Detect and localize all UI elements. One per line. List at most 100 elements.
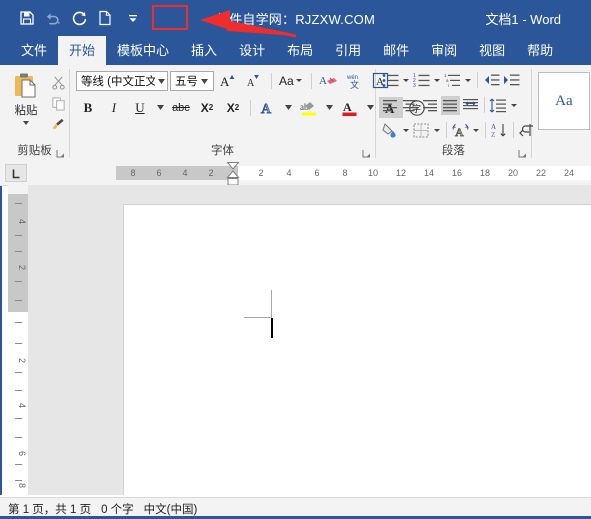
bullets-caret-icon[interactable] xyxy=(402,78,409,82)
align-right-button[interactable] xyxy=(421,96,440,115)
highlight-caret-icon[interactable] xyxy=(323,97,336,118)
customize-quick-access-toolbar-icon[interactable] xyxy=(118,7,148,29)
text-effects-button[interactable]: A xyxy=(256,97,280,118)
justify-button[interactable] xyxy=(440,95,460,115)
font-dialog-launcher-icon[interactable] xyxy=(362,149,371,158)
ruler-v-num: 6 xyxy=(17,451,27,457)
svg-text:Z: Z xyxy=(491,131,495,138)
ruler-v-tick xyxy=(15,281,22,282)
ruler-h-num: 8 xyxy=(130,168,136,178)
multilevel-list-button[interactable]: 1 a i xyxy=(443,71,462,90)
ruler-v-tick xyxy=(15,251,22,252)
font-group-label-text: 字体 xyxy=(210,145,234,157)
ruler-v-num: 8 xyxy=(17,483,27,489)
bullets-button[interactable] xyxy=(381,71,400,90)
distributed-button[interactable] xyxy=(461,96,480,115)
decrease-indent-button[interactable] xyxy=(482,71,501,90)
font-color-icon: A xyxy=(342,100,357,116)
ruler-v-tick xyxy=(15,203,22,204)
font-name-combobox[interactable]: 等线 (中文正文 xyxy=(75,70,168,91)
style-gallery-item[interactable]: Aa xyxy=(537,72,590,130)
shading-caret-icon[interactable] xyxy=(402,128,409,132)
cut-button[interactable] xyxy=(48,72,68,92)
borders-caret-icon[interactable] xyxy=(433,128,440,132)
phonetic-guide-icon: wén 文 xyxy=(346,75,359,90)
font-color-button[interactable]: A xyxy=(338,97,362,118)
bold-button[interactable]: B xyxy=(76,97,100,118)
ruler-h-num: 18 xyxy=(479,168,490,178)
format-painter-button[interactable] xyxy=(48,114,68,134)
tab-layout[interactable]: 布局 xyxy=(276,36,324,65)
change-case-caret-icon[interactable] xyxy=(295,79,302,82)
save-icon[interactable] xyxy=(14,5,40,31)
status-page-info[interactable]: 第 1 页，共 1 页 xyxy=(8,501,91,517)
change-case-button[interactable]: Aa xyxy=(277,70,306,91)
tab-references[interactable]: 引用 xyxy=(324,36,372,65)
shading-button[interactable] xyxy=(381,121,400,140)
multilevel-caret-icon[interactable] xyxy=(464,78,471,82)
tab-mailings[interactable]: 邮件 xyxy=(372,36,420,65)
copy-button[interactable] xyxy=(48,93,68,113)
indent-markers[interactable] xyxy=(226,161,240,187)
tab-template-center[interactable]: 模板中心 xyxy=(106,36,180,65)
paste-button[interactable]: 粘贴 xyxy=(4,71,48,125)
italic-button[interactable]: I xyxy=(102,97,126,118)
document-canvas[interactable] xyxy=(28,185,591,495)
paragraph-dialog-launcher-icon[interactable] xyxy=(518,149,527,158)
paste-dropdown-caret-icon[interactable] xyxy=(23,121,29,125)
underline-button[interactable]: U xyxy=(128,97,152,118)
font-size-combobox[interactable]: 五号 xyxy=(169,70,214,91)
text-effects-caret-icon[interactable] xyxy=(282,97,295,118)
tab-insert[interactable]: 插入 xyxy=(180,36,228,65)
numbering-button[interactable]: 1 2 3 xyxy=(412,71,431,90)
asian-layout-button[interactable]: A xyxy=(451,121,470,140)
font-size-value: 五号 xyxy=(174,75,198,88)
tab-view[interactable]: 视图 xyxy=(468,36,516,65)
ruler-v-num: 4 xyxy=(17,403,27,409)
shrink-font-button[interactable]: A xyxy=(242,70,266,91)
numbering-caret-icon[interactable] xyxy=(433,78,440,82)
tab-home[interactable]: 开始 xyxy=(58,36,107,65)
document-page[interactable] xyxy=(123,204,591,495)
font-name-caret-icon[interactable] xyxy=(157,75,165,87)
status-word-count[interactable]: 0 个字 xyxy=(101,501,134,517)
tab-design[interactable]: 设计 xyxy=(228,36,276,65)
tab-file[interactable]: 文件 xyxy=(10,36,58,65)
align-center-button[interactable] xyxy=(401,96,420,115)
text-highlight-button[interactable]: ab xyxy=(297,97,321,118)
superscript-button[interactable]: X2 xyxy=(221,97,245,118)
subscript-button[interactable]: X2 xyxy=(195,97,219,118)
new-document-icon[interactable] xyxy=(92,5,118,31)
grow-font-button[interactable]: A xyxy=(216,70,240,91)
status-language[interactable]: 中文(中国) xyxy=(144,501,198,517)
ribbon-group-paragraph: 1 2 3 1 a i A A Z 段落 xyxy=(376,65,533,160)
clear-formatting-button[interactable]: A xyxy=(317,70,341,91)
sort-button[interactable]: A Z xyxy=(490,121,509,140)
undo-icon[interactable] xyxy=(40,5,66,31)
shrink-font-icon: A xyxy=(247,75,260,89)
ribbon-group-font: 等线 (中文正文 五号 A A Aa A wén 文 A B I U abc X… xyxy=(70,65,425,160)
paragraph-divider xyxy=(476,72,478,88)
clipboard-dialog-launcher-icon[interactable] xyxy=(56,149,65,158)
redo-icon[interactable] xyxy=(66,5,92,31)
svg-text:A: A xyxy=(319,75,327,87)
ruler-v-tick xyxy=(15,300,22,301)
ruler-v-tick xyxy=(15,322,22,323)
asian-layout-caret-icon[interactable] xyxy=(472,128,479,132)
increase-indent-button[interactable] xyxy=(502,71,521,90)
underline-dropdown-caret-icon[interactable] xyxy=(154,97,167,118)
borders-button[interactable] xyxy=(412,121,431,140)
tab-help[interactable]: 帮助 xyxy=(516,36,564,65)
font-size-caret-icon[interactable] xyxy=(200,75,208,87)
tab-stop-selector[interactable] xyxy=(5,164,27,182)
style-preview-text: Aa xyxy=(555,92,573,109)
font-name-value: 等线 (中文正文 xyxy=(80,75,155,88)
paragraph-divider-5 xyxy=(512,122,514,138)
phonetic-guide-button[interactable]: wén 文 xyxy=(343,70,367,91)
line-spacing-button[interactable] xyxy=(489,96,508,115)
line-spacing-caret-icon[interactable] xyxy=(510,103,517,107)
align-left-button[interactable] xyxy=(381,96,400,115)
strikethrough-button[interactable]: abc xyxy=(169,97,193,118)
document-title: 文档1 - Word xyxy=(485,11,561,27)
tab-review[interactable]: 审阅 xyxy=(420,36,468,65)
